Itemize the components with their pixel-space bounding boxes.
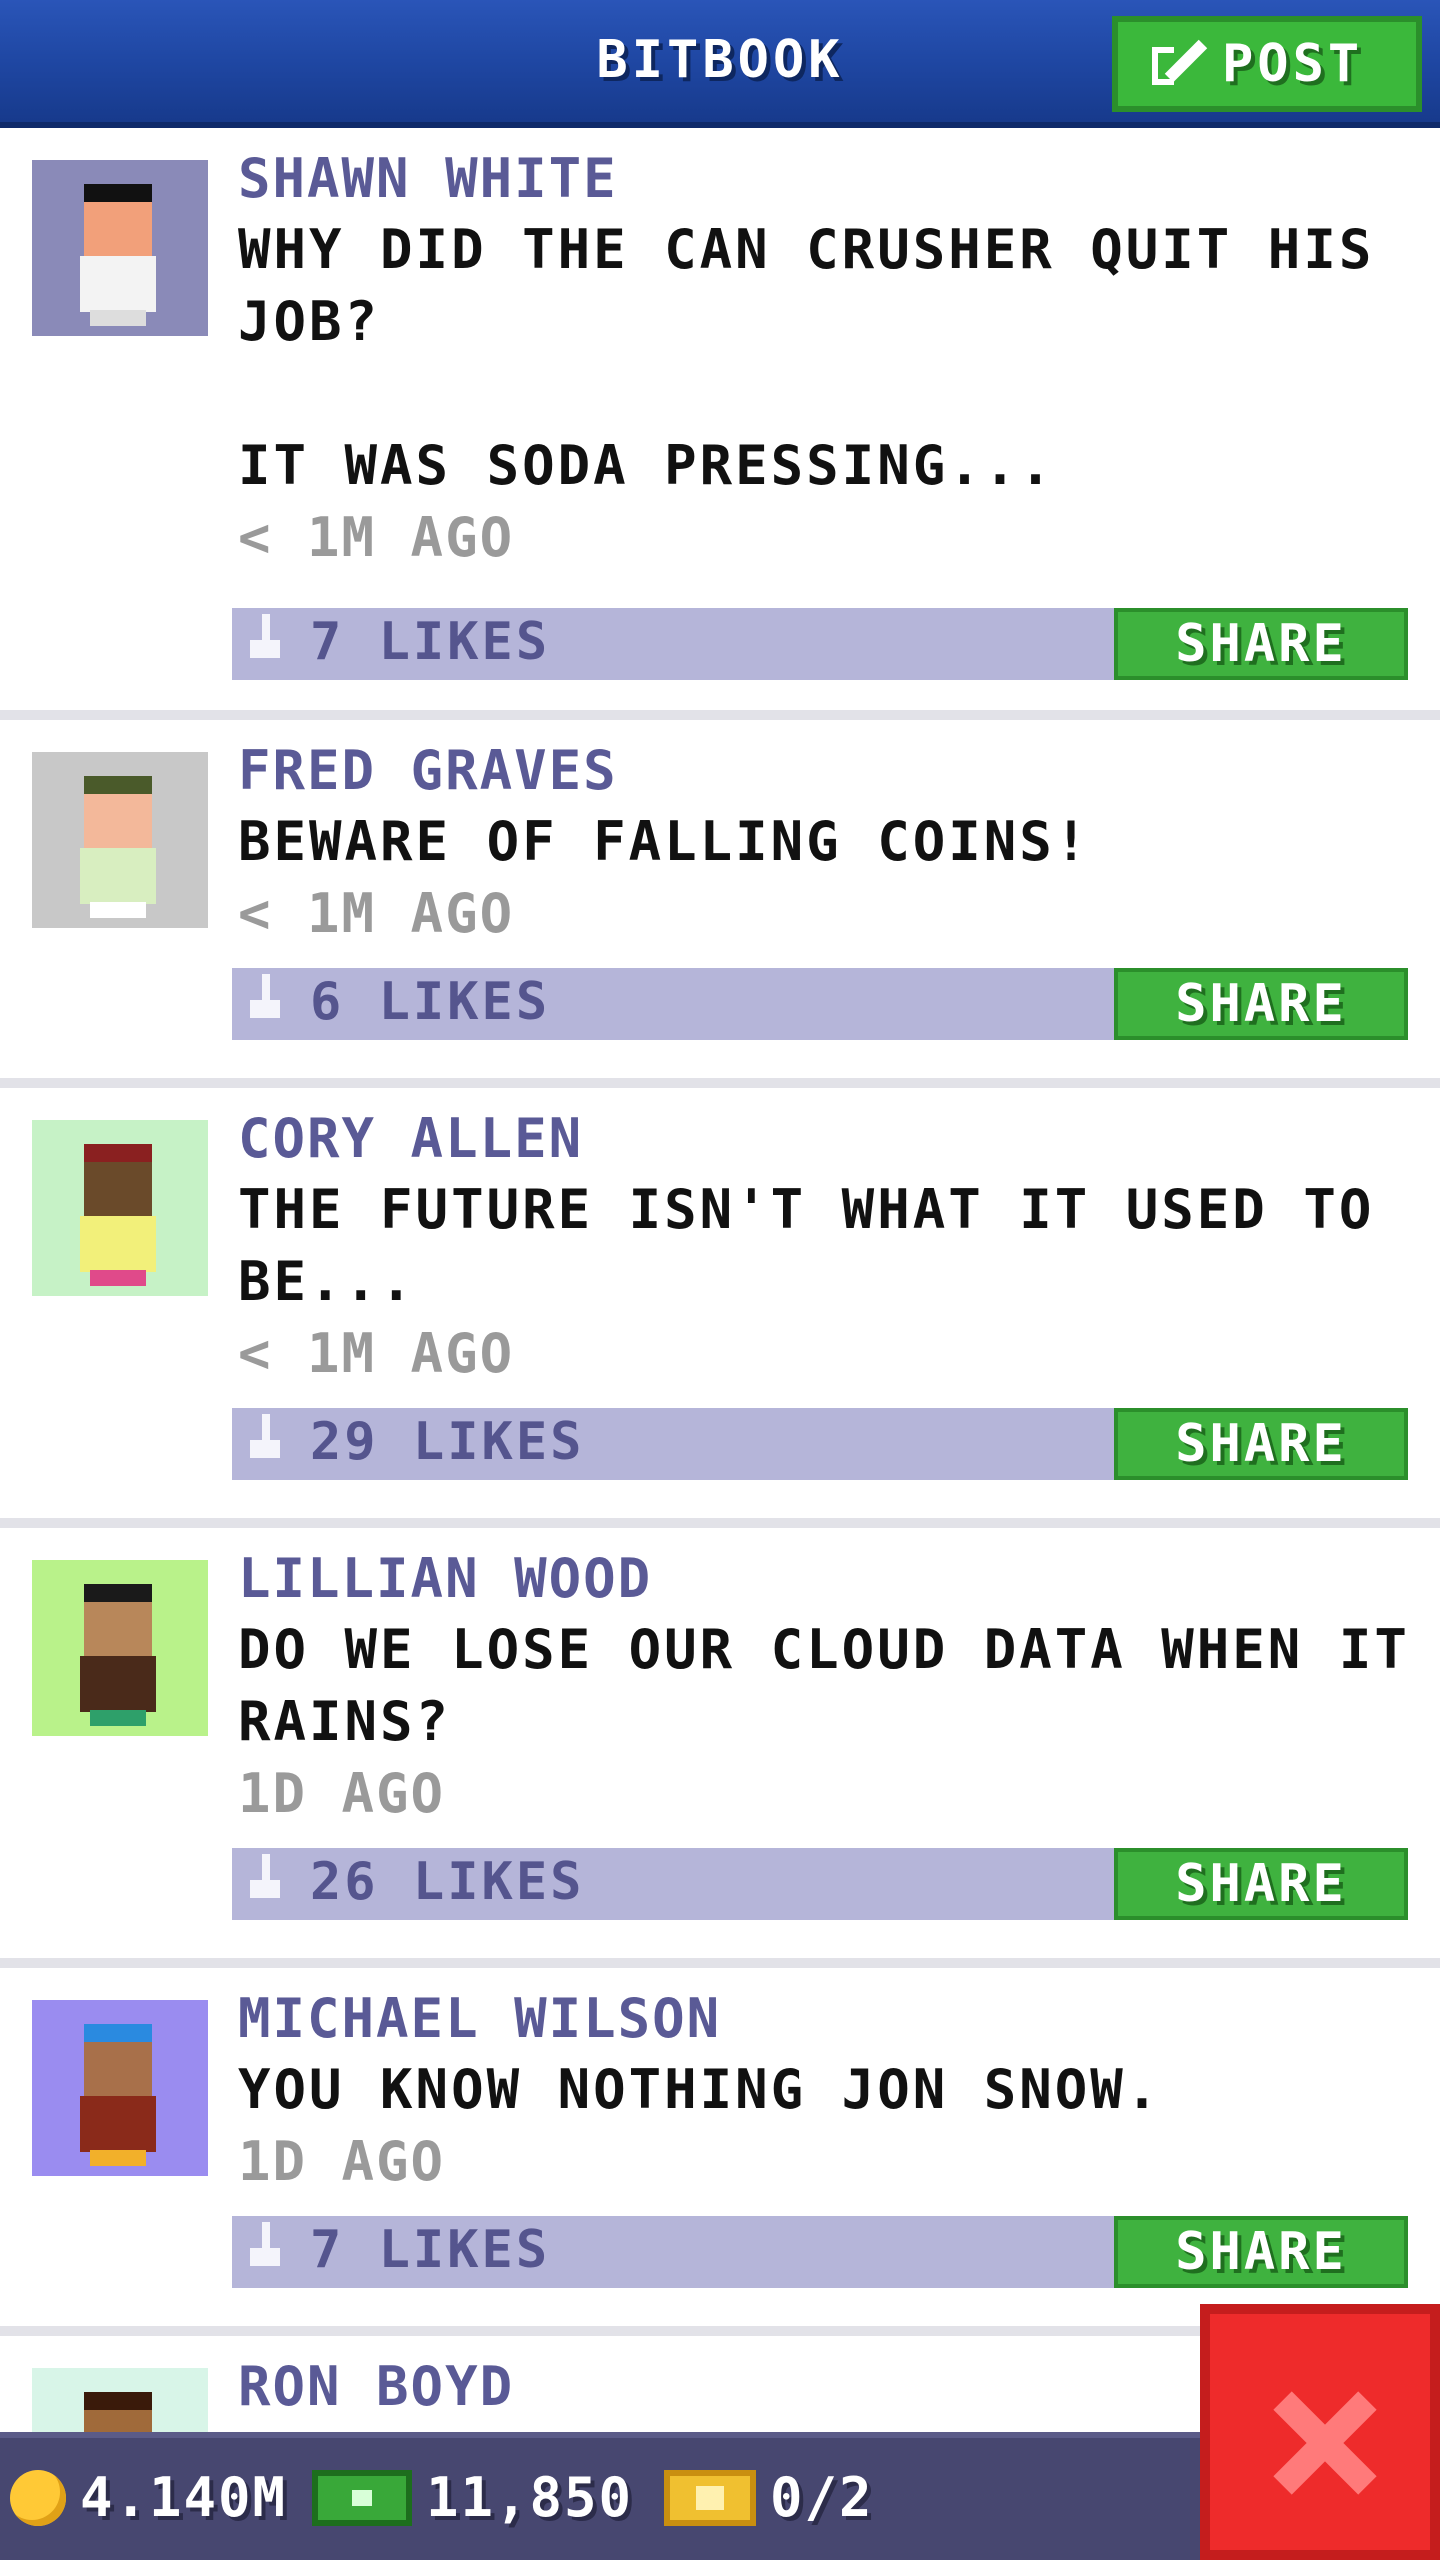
avatar[interactable] [32, 160, 208, 336]
post-button-label: POST [1222, 34, 1364, 94]
likes-count: 7 LIKES [310, 612, 551, 672]
post-time: 1D AGO [238, 2130, 446, 2193]
likes-count: 26 LIKES [310, 1852, 585, 1912]
compose-icon [1152, 37, 1208, 91]
like-bar: 7 LIKES SHARE [232, 2216, 1408, 2288]
post-message: DO WE LOSE OUR CLOUD DATA WHEN IT RAINS? [238, 1618, 1410, 1753]
currency-bar: 4.140M 11,850 0/2 [0, 2432, 1200, 2560]
share-button[interactable]: SHARE [1114, 2216, 1408, 2288]
share-button[interactable]: SHARE [1114, 1848, 1408, 1920]
thumbs-up-icon[interactable] [250, 2222, 280, 2266]
avatar[interactable] [32, 2000, 208, 2176]
post-time: 1D AGO [238, 1762, 446, 1825]
author-name[interactable]: MICHAEL WILSON [238, 1990, 1416, 2048]
bitbook-screen: BITBOOK POST SHAWN WHITE WHY DID THE CAN… [0, 0, 1440, 2560]
thumbs-up-icon[interactable] [250, 1854, 280, 1898]
feed-post: FRED GRAVES BEWARE OF FALLING COINS! < 1… [0, 720, 1440, 1088]
likes-count: 7 LIKES [310, 2220, 551, 2280]
author-name[interactable]: LILLIAN WOOD [238, 1550, 1416, 1608]
author-name[interactable]: SHAWN WHITE [238, 150, 1416, 208]
post-message: THE FUTURE ISN'T WHAT IT USED TO BE... [238, 1178, 1410, 1313]
thumbs-up-icon[interactable] [250, 974, 280, 1018]
tickets-stat: 0/2 [664, 2466, 874, 2529]
post-time: < 1M AGO [238, 506, 515, 569]
post-time: < 1M AGO [238, 882, 515, 945]
like-bar: 7 LIKES SHARE [232, 608, 1408, 680]
avatar[interactable] [32, 1120, 208, 1296]
share-button[interactable]: SHARE [1114, 968, 1408, 1040]
likes-count: 6 LIKES [310, 972, 551, 1032]
bux-value: 11,850 [426, 2466, 634, 2529]
avatar[interactable] [32, 1560, 208, 1736]
author-name[interactable]: FRED GRAVES [238, 742, 1416, 800]
tickets-value: 0/2 [770, 2466, 874, 2529]
like-bar: 6 LIKES SHARE [232, 968, 1408, 1040]
header-bar: BITBOOK POST [0, 0, 1440, 128]
feed-post: LILLIAN WOOD DO WE LOSE OUR CLOUD DATA W… [0, 1528, 1440, 1968]
bux-stat: 11,850 [312, 2466, 633, 2529]
author-name[interactable]: CORY ALLEN [238, 1110, 1416, 1168]
cash-icon [312, 2469, 412, 2526]
post-time: < 1M AGO [238, 1322, 515, 1385]
coin-icon [10, 2469, 66, 2526]
feed-list[interactable]: SHAWN WHITE WHY DID THE CAN CRUSHER QUIT… [0, 128, 1440, 2560]
post-message: WHY DID THE CAN CRUSHER QUIT HIS JOB? IT… [238, 218, 1375, 497]
avatar[interactable] [32, 752, 208, 928]
feed-post: CORY ALLEN THE FUTURE ISN'T WHAT IT USED… [0, 1088, 1440, 1528]
ticket-icon [664, 2469, 756, 2526]
thumbs-up-icon[interactable] [250, 1414, 280, 1458]
post-button[interactable]: POST [1112, 16, 1422, 112]
thumbs-up-icon[interactable] [250, 614, 280, 658]
share-button[interactable]: SHARE [1114, 1408, 1408, 1480]
post-message: YOU KNOW NOTHING JON SNOW. [238, 2058, 1162, 2121]
like-bar: 29 LIKES SHARE [232, 1408, 1408, 1480]
close-button[interactable] [1200, 2304, 1440, 2560]
share-button[interactable]: SHARE [1114, 608, 1408, 680]
coins-value: 4.140M [80, 2466, 288, 2529]
coins-stat: 4.140M [10, 2466, 287, 2529]
likes-count: 29 LIKES [310, 1412, 585, 1472]
post-message: BEWARE OF FALLING COINS! [238, 810, 1091, 873]
feed-post: MICHAEL WILSON YOU KNOW NOTHING JON SNOW… [0, 1968, 1440, 2336]
feed-post: SHAWN WHITE WHY DID THE CAN CRUSHER QUIT… [0, 128, 1440, 720]
like-bar: 26 LIKES SHARE [232, 1848, 1408, 1920]
